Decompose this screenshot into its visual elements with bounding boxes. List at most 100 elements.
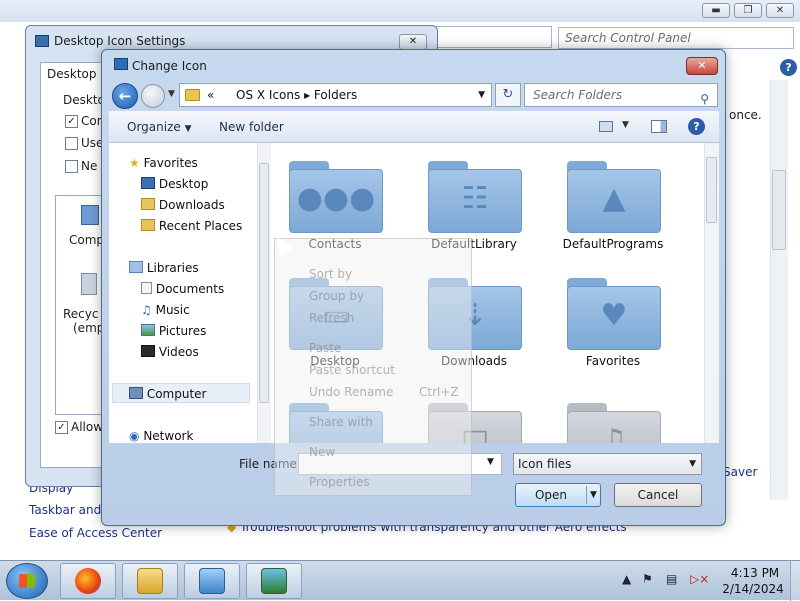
nav-favorites[interactable]: ★ Favorites [129, 156, 198, 170]
nav-item-pictures[interactable]: Pictures [141, 324, 206, 338]
help-icon[interactable]: ? [780, 59, 797, 76]
folder-icon: ●●● [289, 161, 383, 233]
recycle-bin-icon[interactable] [81, 273, 97, 295]
file-list-scroll-thumb[interactable] [706, 157, 717, 223]
folder-icon [185, 89, 200, 101]
preview-pane-icon[interactable] [651, 120, 667, 133]
folder-tile-partial[interactable]: ♫ [553, 393, 673, 443]
nav-computer[interactable]: Computer [129, 387, 206, 401]
nav-label: Libraries [146, 261, 199, 275]
open-split-dropdown[interactable]: ▼ [586, 486, 600, 504]
downloads-folder-icon [141, 198, 155, 210]
nav-label: Recent Places [158, 219, 243, 233]
breadcrumb-overflow[interactable]: « [207, 88, 214, 102]
control-panel-scroll-thumb[interactable] [772, 170, 786, 250]
refresh-button[interactable]: ↻ [495, 83, 521, 107]
user-files-checkbox[interactable] [65, 137, 78, 150]
chevron-down-icon[interactable]: ▼ [622, 120, 629, 130]
open-button[interactable]: Open ▼ [515, 483, 601, 507]
people-icon: ●●● [296, 181, 376, 216]
breadcrumb-item-os-x-icons[interactable]: OS X Icons [236, 88, 300, 102]
control-panel-search-input[interactable]: Search Control Panel [558, 27, 794, 49]
cancel-button[interactable]: Cancel [614, 483, 702, 507]
breadcrumb-item-folders[interactable]: Folders [314, 88, 357, 102]
new-folder-button[interactable]: New folder [219, 120, 284, 134]
folder-icon [137, 568, 163, 594]
minimize-button[interactable]: ▬ [702, 3, 730, 18]
allow-themes-label: Allow [71, 420, 104, 434]
taskbar-app-explorer[interactable] [122, 563, 178, 599]
nav-item-music[interactable]: ♫ Music [141, 303, 190, 317]
computer-checkbox[interactable]: ✓ [65, 115, 78, 128]
computer-icon-label: Comp [69, 233, 105, 247]
help-icon[interactable]: ? [688, 118, 705, 135]
nav-libraries[interactable]: Libraries [129, 261, 199, 275]
forward-button[interactable] [141, 84, 165, 108]
menu-item-shortcut: Ctrl+Z [419, 385, 459, 399]
computer-icon [129, 387, 143, 399]
navigation-scroll-thumb[interactable] [259, 163, 269, 403]
control-panel-titlebar [0, 0, 800, 22]
network-checkbox[interactable] [65, 160, 78, 173]
nav-item-desktop[interactable]: Desktop [141, 177, 208, 191]
allow-themes-checkbox[interactable]: ✓ [55, 421, 68, 434]
control-panel-address-bar[interactable] [430, 26, 552, 48]
search-input[interactable]: Search Folders ⚲ [524, 83, 718, 107]
folder-tile-favorites[interactable]: ♥ Favorites [553, 268, 673, 378]
menu-item-properties: Properties [309, 475, 370, 489]
close-button[interactable]: ✕ [399, 34, 427, 50]
folder-label: DefaultPrograms [562, 237, 664, 251]
close-button[interactable]: ✕ [766, 3, 794, 18]
folder-icon: ▲ [567, 161, 661, 233]
file-type-select[interactable]: Icon files ▼ [513, 453, 702, 475]
view-icon[interactable] [599, 121, 613, 132]
network-icon: ◉ [129, 429, 140, 443]
taskbar-app-personalization[interactable] [246, 563, 302, 599]
menu-item-sort-by: Sort by [309, 267, 353, 281]
windows-logo-icon [19, 574, 35, 588]
folder-icon: ☷ [428, 161, 522, 233]
menu-item-new: New [309, 445, 336, 459]
close-button[interactable]: ✕ [686, 57, 718, 75]
address-bar[interactable]: « OS X Icons ▸ Folders ▼ [179, 83, 492, 107]
organize-button[interactable]: Organize ▼ [127, 120, 192, 134]
computer-icon[interactable] [81, 205, 99, 225]
chevron-down-icon: ▼ [689, 459, 696, 469]
nav-item-videos[interactable]: Videos [141, 345, 199, 359]
nav-item-downloads[interactable]: Downloads [141, 198, 225, 212]
taskbar-app-control-panel[interactable] [184, 563, 240, 599]
navigation-bar: ← ▼ « OS X Icons ▸ Folders ▼ ↻ Search Fo… [110, 81, 718, 111]
control-panel-scrollbar[interactable] [770, 80, 788, 500]
start-button[interactable] [6, 563, 48, 599]
chevron-down-icon[interactable]: ▼ [487, 457, 494, 467]
search-placeholder: Search Folders [533, 88, 623, 102]
recent-pages-dropdown-icon[interactable]: ▼ [168, 89, 175, 99]
nav-network[interactable]: ◉ Network [129, 429, 193, 443]
volume-muted-icon[interactable]: ▷× [690, 572, 709, 586]
maximize-button[interactable]: ❐ [734, 3, 762, 18]
nav-label: Desktop [158, 177, 209, 191]
link-ease-of-access[interactable]: Ease of Access Center [29, 526, 162, 540]
breadcrumb-chevron-icon[interactable]: ▸ [304, 88, 314, 102]
flag-icon[interactable]: ⚑ [642, 572, 653, 586]
screen-saver-link[interactable]: Saver [723, 465, 757, 479]
clock-time[interactable]: 4:13 PM [725, 566, 785, 580]
taskbar-app-firefox[interactable] [60, 563, 116, 599]
command-toolbar: Organize ▼ New folder ▼ ? [109, 111, 719, 143]
nav-item-documents[interactable]: Documents [141, 282, 224, 296]
network-icon[interactable]: ▤ [666, 572, 677, 586]
recycle-bin-label: Recyc [63, 307, 99, 321]
folder-tile-defaultprograms[interactable]: ▲ DefaultPrograms [553, 151, 673, 261]
chevron-down-icon[interactable]: ▼ [478, 90, 485, 100]
menu-item-paste: Paste [309, 341, 342, 355]
chevron-up-icon[interactable]: ▲ [622, 572, 631, 586]
nav-label: Downloads [158, 198, 225, 212]
clock-date[interactable]: 2/14/2024 [718, 582, 788, 596]
breadcrumb[interactable]: « OS X Icons ▸ Folders [207, 88, 357, 102]
back-button[interactable]: ← [112, 83, 138, 109]
folder-icon: ♥ [567, 278, 661, 350]
show-desktop-button[interactable] [790, 561, 800, 601]
menu-item-group-by: Group by [309, 289, 365, 303]
search-icon: ⚲ [700, 92, 709, 106]
nav-item-recent-places[interactable]: Recent Places [141, 219, 242, 233]
